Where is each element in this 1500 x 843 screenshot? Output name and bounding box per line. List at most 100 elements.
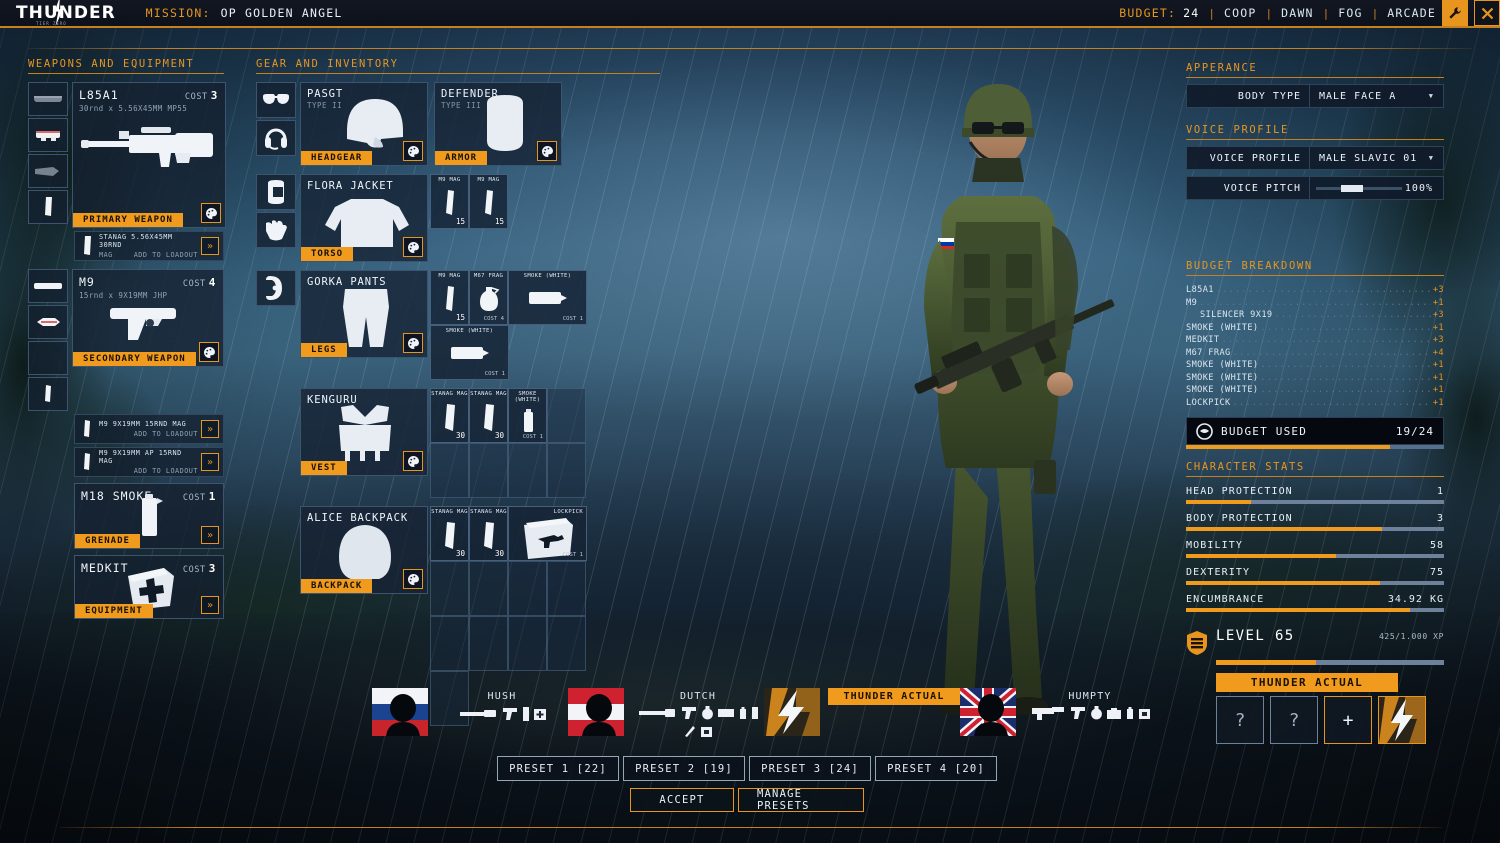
balaclava-icon[interactable] xyxy=(256,174,296,210)
add-to-loadout-button[interactable]: » xyxy=(201,453,219,471)
inventory-cell-empty[interactable] xyxy=(508,561,547,616)
inventory-cell[interactable]: STANAG MAG 30 xyxy=(469,388,508,443)
magazine-slot[interactable] xyxy=(28,190,68,224)
paint-palette-icon[interactable] xyxy=(403,451,423,471)
slider-handle[interactable] xyxy=(1341,184,1364,192)
inventory-cell[interactable]: STANAG MAG 30 xyxy=(430,388,469,443)
equipment-card[interactable]: MEDKIT COST 3 EQUIPMENT » xyxy=(74,555,224,619)
inventory-cell[interactable]: SMOKE (WHITE) COST 1 xyxy=(508,388,547,443)
budget-line: SILENCER 9X19...........................… xyxy=(1200,310,1444,320)
glasses-icon[interactable] xyxy=(256,82,296,118)
inventory-cell-empty[interactable] xyxy=(547,561,586,616)
armor-card[interactable]: DEFENDER TYPE III ARMOR xyxy=(434,82,562,166)
squad-member-dutch[interactable]: DUTCH xyxy=(568,688,764,740)
add-to-loadout-button[interactable]: » xyxy=(201,420,219,438)
suppressor-slot[interactable] xyxy=(28,269,68,303)
primary-weapon-card[interactable]: L85A1 COST 3 30rnd x 5.56X45MM MP55 PRIMA… xyxy=(72,82,226,228)
squad-member-hush[interactable]: HUSH xyxy=(372,688,568,740)
inventory-cell-empty[interactable] xyxy=(508,443,547,498)
preset-button-1[interactable]: PRESET 1 [22] xyxy=(497,756,619,781)
cell-cost: COST 1 xyxy=(562,552,583,558)
grenade-card[interactable]: M18 SMOKE COST 1 GRENADE » xyxy=(74,483,224,549)
manage-presets-button[interactable]: MANAGE PRESETS xyxy=(738,788,864,812)
inventory-cell-empty[interactable] xyxy=(547,616,586,671)
optic-slot[interactable] xyxy=(28,305,68,339)
suppressor-slot[interactable] xyxy=(28,82,68,116)
magazine-slot[interactable] xyxy=(28,377,68,411)
armor-tag: ARMOR xyxy=(435,151,488,165)
kneepads-icon[interactable] xyxy=(256,270,296,306)
wrench-icon[interactable] xyxy=(1442,0,1468,26)
close-icon[interactable] xyxy=(1474,0,1500,26)
voice-profile-select[interactable]: MALE SLAVIC 01 ▼ xyxy=(1310,146,1444,170)
paint-palette-icon[interactable] xyxy=(403,333,423,353)
headgear-card[interactable]: PASGT TYPE II HEADGEAR xyxy=(300,82,428,166)
secondary-attachment-slots xyxy=(28,269,68,411)
backpack-card[interactable]: ALICE BACKPACK BACKPACK xyxy=(300,506,428,594)
inventory-cell[interactable]: M9 MAG 15 xyxy=(430,270,469,325)
accept-button[interactable]: ACCEPT xyxy=(630,788,734,812)
preset-button-3[interactable]: PRESET 3 [24] xyxy=(749,756,871,781)
squad-leader-portrait[interactable] xyxy=(1378,696,1426,744)
paint-palette-icon[interactable] xyxy=(403,237,423,257)
secondary-ammo-row-2[interactable]: M9 9X19MM AP 15RND MAG ADD TO LOADOUT » xyxy=(74,447,224,477)
chip-coop[interactable]: COOP xyxy=(1224,6,1257,20)
chip-dawn[interactable]: DAWN xyxy=(1281,6,1314,20)
inventory-cell-empty[interactable] xyxy=(547,388,586,443)
inventory-cell[interactable]: SMOKE (WHITE) COST 1 xyxy=(430,325,509,380)
inventory-cell-empty[interactable] xyxy=(469,561,508,616)
squad-slot-add[interactable]: + xyxy=(1324,696,1372,744)
vest-icon xyxy=(329,403,401,465)
squad-member-name: DUTCH xyxy=(679,691,717,702)
headset-icon[interactable] xyxy=(256,120,296,156)
add-grenade-button[interactable]: » xyxy=(201,526,219,544)
inventory-cell-empty[interactable] xyxy=(430,561,469,616)
inventory-cell-empty[interactable] xyxy=(469,616,508,671)
squad-name-banner[interactable]: THUNDER ACTUAL xyxy=(1216,673,1398,692)
body-type-value: MALE FACE A xyxy=(1319,90,1397,102)
vest-card[interactable]: KENGURU VEST xyxy=(300,388,428,476)
paint-palette-icon[interactable] xyxy=(201,203,221,223)
inventory-cell[interactable]: LOCKPICK COST 1 xyxy=(508,506,587,561)
character-preview[interactable] xyxy=(838,58,1158,718)
optic-slot[interactable] xyxy=(28,118,68,152)
preset-button-4[interactable]: PRESET 4 [20] xyxy=(875,756,997,781)
inventory-cell-empty[interactable] xyxy=(469,443,508,498)
paint-palette-icon[interactable] xyxy=(403,141,423,161)
inventory-cell[interactable]: M9 MAG 15 xyxy=(430,174,469,229)
gloves-icon[interactable] xyxy=(256,212,296,248)
add-to-loadout-button[interactable]: » xyxy=(201,237,219,255)
chip-fog[interactable]: FOG xyxy=(1338,6,1362,20)
secondary-ammo-row-1[interactable]: M9 9X19MM 15RND MAG ADD TO LOADOUT » xyxy=(74,414,224,444)
inventory-cell[interactable]: M67 FRAG COST 4 xyxy=(469,270,508,325)
squad-member-humpty[interactable]: HUMPTY xyxy=(960,688,1156,740)
inventory-cell[interactable]: STANAG MAG 30 xyxy=(469,506,508,561)
voice-pitch-slider[interactable]: 100% xyxy=(1310,176,1444,200)
preset-button-2[interactable]: PRESET 2 [19] xyxy=(623,756,745,781)
inventory-cell-empty[interactable] xyxy=(430,616,469,671)
torso-card[interactable]: FLORA JACKET TORSO xyxy=(300,174,428,262)
paint-palette-icon[interactable] xyxy=(199,342,219,362)
inventory-cell[interactable]: STANAG MAG 30 xyxy=(430,506,469,561)
inventory-cell-empty[interactable] xyxy=(430,443,469,498)
squad-slot-empty-1[interactable]: ? xyxy=(1216,696,1264,744)
add-equipment-button[interactable]: » xyxy=(201,596,219,614)
primary-ammo-row[interactable]: STANAG 5.56X45MM 30RND MAG ADD TO LOADOU… xyxy=(74,231,224,261)
squad-slot-empty-2[interactable]: ? xyxy=(1270,696,1318,744)
legs-card[interactable]: GORKA PANTS LEGS xyxy=(300,270,428,358)
inventory-cell-empty[interactable] xyxy=(547,443,586,498)
app-logo[interactable]: THUNDER TIER ZERO xyxy=(0,0,128,27)
squad-member-thunder-actual[interactable]: THUNDER ACTUAL xyxy=(764,688,960,740)
chip-arcade[interactable]: ARCADE xyxy=(1387,6,1436,20)
paint-palette-icon[interactable] xyxy=(537,141,557,161)
ammo-action: ADD TO LOADOUT xyxy=(133,430,198,438)
secondary-weapon-card[interactable]: M9 COST 4 15rnd x 9X19MM JHP SECONDARY WE… xyxy=(72,269,224,367)
inventory-cell[interactable]: M9 MAG 15 xyxy=(469,174,508,229)
inventory-cell[interactable]: SMOKE (WHITE) COST 1 xyxy=(508,270,587,325)
paint-palette-icon[interactable] xyxy=(403,569,423,589)
cell-qty: 15 xyxy=(455,217,465,226)
inventory-cell-empty[interactable] xyxy=(508,616,547,671)
body-type-select[interactable]: MALE FACE A ▼ xyxy=(1310,84,1444,108)
grip-slot[interactable] xyxy=(28,154,68,188)
empty-slot[interactable] xyxy=(28,341,68,375)
